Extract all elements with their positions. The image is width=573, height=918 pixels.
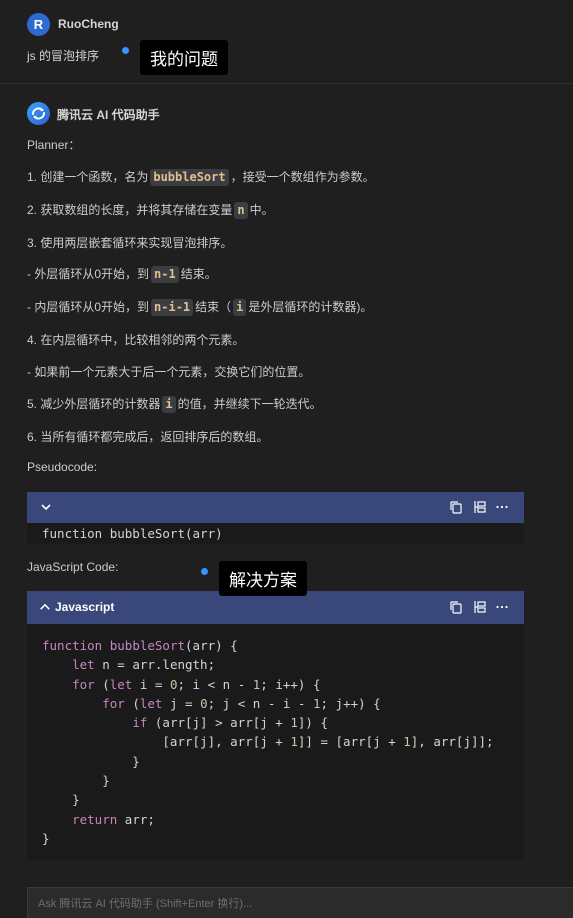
chevron-down-icon[interactable] bbox=[39, 500, 53, 514]
user-question: js 的冒泡排序 bbox=[27, 49, 100, 63]
chat-panel: R RuoCheng js 的冒泡排序 我的问题 腾讯云 AI 代码助手 Pla… bbox=[0, 0, 573, 918]
inline-code: n-i-1 bbox=[151, 299, 194, 316]
planner-label: Planner： bbox=[27, 138, 81, 152]
assistant-message: 腾讯云 AI 代码助手 Planner： 1. 创建一个函数，名为 bubbleS… bbox=[0, 85, 573, 885]
copy-icon[interactable] bbox=[449, 500, 463, 514]
js-code-block: Javascript function bubbleSort(arr) { le… bbox=[27, 591, 524, 860]
pseudocode-label: Pseudocode: bbox=[27, 460, 98, 474]
more-icon[interactable] bbox=[495, 500, 509, 514]
user-message: R RuoCheng js 的冒泡排序 bbox=[0, 0, 573, 84]
chat-input[interactable] bbox=[28, 888, 573, 918]
step-text: - 如果前一个元素大于后一个元素，交换它们的位置。 bbox=[27, 365, 311, 379]
inline-code: n bbox=[234, 202, 248, 219]
step-line: - 如果前一个元素大于后一个元素，交换它们的位置。 bbox=[27, 363, 310, 380]
step-text: 5. 减少外层循环的计数器 bbox=[27, 397, 161, 411]
code-language-label: Javascript bbox=[55, 600, 115, 614]
more-icon[interactable] bbox=[495, 600, 509, 614]
step-text: 3. 使用两层嵌套循环来实现冒泡排序。 bbox=[27, 236, 233, 250]
step-line: 2. 获取数组的长度，并将其存储在变量 n 中。 bbox=[27, 201, 274, 219]
step-text: 结束（ bbox=[195, 300, 232, 314]
step-line: 1. 创建一个函数，名为 bubbleSort ，接受一个数组作为参数。 bbox=[27, 168, 375, 186]
step-text: 4. 在内层循环中，比较相邻的两个元素。 bbox=[27, 333, 245, 347]
pseudocode-block: function bubbleSort(arr) bbox=[27, 492, 524, 544]
step-text: - 内层循环从0开始，到 bbox=[27, 300, 150, 314]
step-line: 6. 当所有循环都完成后，返回排序后的数组。 bbox=[27, 428, 268, 445]
step-text: 2. 获取数组的长度，并将其存储在变量 bbox=[27, 203, 233, 217]
annotation-dot bbox=[201, 568, 208, 575]
pseudocode-line: function bubbleSort(arr) bbox=[42, 526, 223, 541]
step-line: - 内层循环从0开始，到 n-i-1 结束（ i 是外层循环的计数器)。 bbox=[27, 298, 372, 316]
assistant-name: 腾讯云 AI 代码助手 bbox=[57, 108, 160, 122]
annotation-dot bbox=[122, 47, 129, 54]
step-text: - 外层循环从0开始，到 bbox=[27, 267, 150, 281]
step-text: 1. 创建一个函数，名为 bbox=[27, 170, 149, 184]
chevron-up-icon[interactable] bbox=[39, 601, 51, 613]
step-text: 的值，并继续下一轮迭代。 bbox=[177, 397, 322, 411]
inline-code: i bbox=[233, 299, 247, 316]
question-tooltip: 我的问题 bbox=[140, 40, 228, 75]
step-line: - 外层循环从0开始，到 n-1 结束。 bbox=[27, 265, 217, 283]
user-avatar: R bbox=[27, 13, 50, 36]
step-text: 中。 bbox=[249, 203, 274, 217]
code-block-header bbox=[27, 492, 524, 523]
chat-input-box[interactable] bbox=[27, 887, 573, 918]
step-text: 6. 当所有循环都完成后，返回排序后的数组。 bbox=[27, 430, 269, 444]
step-text: 结束。 bbox=[180, 267, 217, 281]
insert-icon[interactable] bbox=[473, 500, 487, 514]
user-name: RuoCheng bbox=[58, 17, 119, 31]
js-code-content: function bubbleSort(arr) { let n = arr.l… bbox=[42, 638, 494, 846]
js-code-label: JavaScript Code: bbox=[27, 560, 119, 574]
step-line: 3. 使用两层嵌套循环来实现冒泡排序。 bbox=[27, 234, 232, 251]
insert-icon[interactable] bbox=[473, 600, 487, 614]
step-text: ，接受一个数组作为参数。 bbox=[230, 170, 375, 184]
assistant-logo-icon bbox=[27, 102, 50, 125]
inline-code: n-1 bbox=[151, 266, 179, 283]
step-line: 4. 在内层循环中，比较相邻的两个元素。 bbox=[27, 331, 244, 348]
inline-code: i bbox=[162, 396, 176, 413]
solution-tooltip: 解决方案 bbox=[219, 561, 307, 596]
step-text: 是外层循环的计数器)。 bbox=[248, 300, 373, 314]
copy-icon[interactable] bbox=[449, 600, 463, 614]
inline-code: bubbleSort bbox=[150, 169, 229, 186]
step-line: 5. 减少外层循环的计数器 i 的值，并继续下一轮迭代。 bbox=[27, 395, 322, 413]
